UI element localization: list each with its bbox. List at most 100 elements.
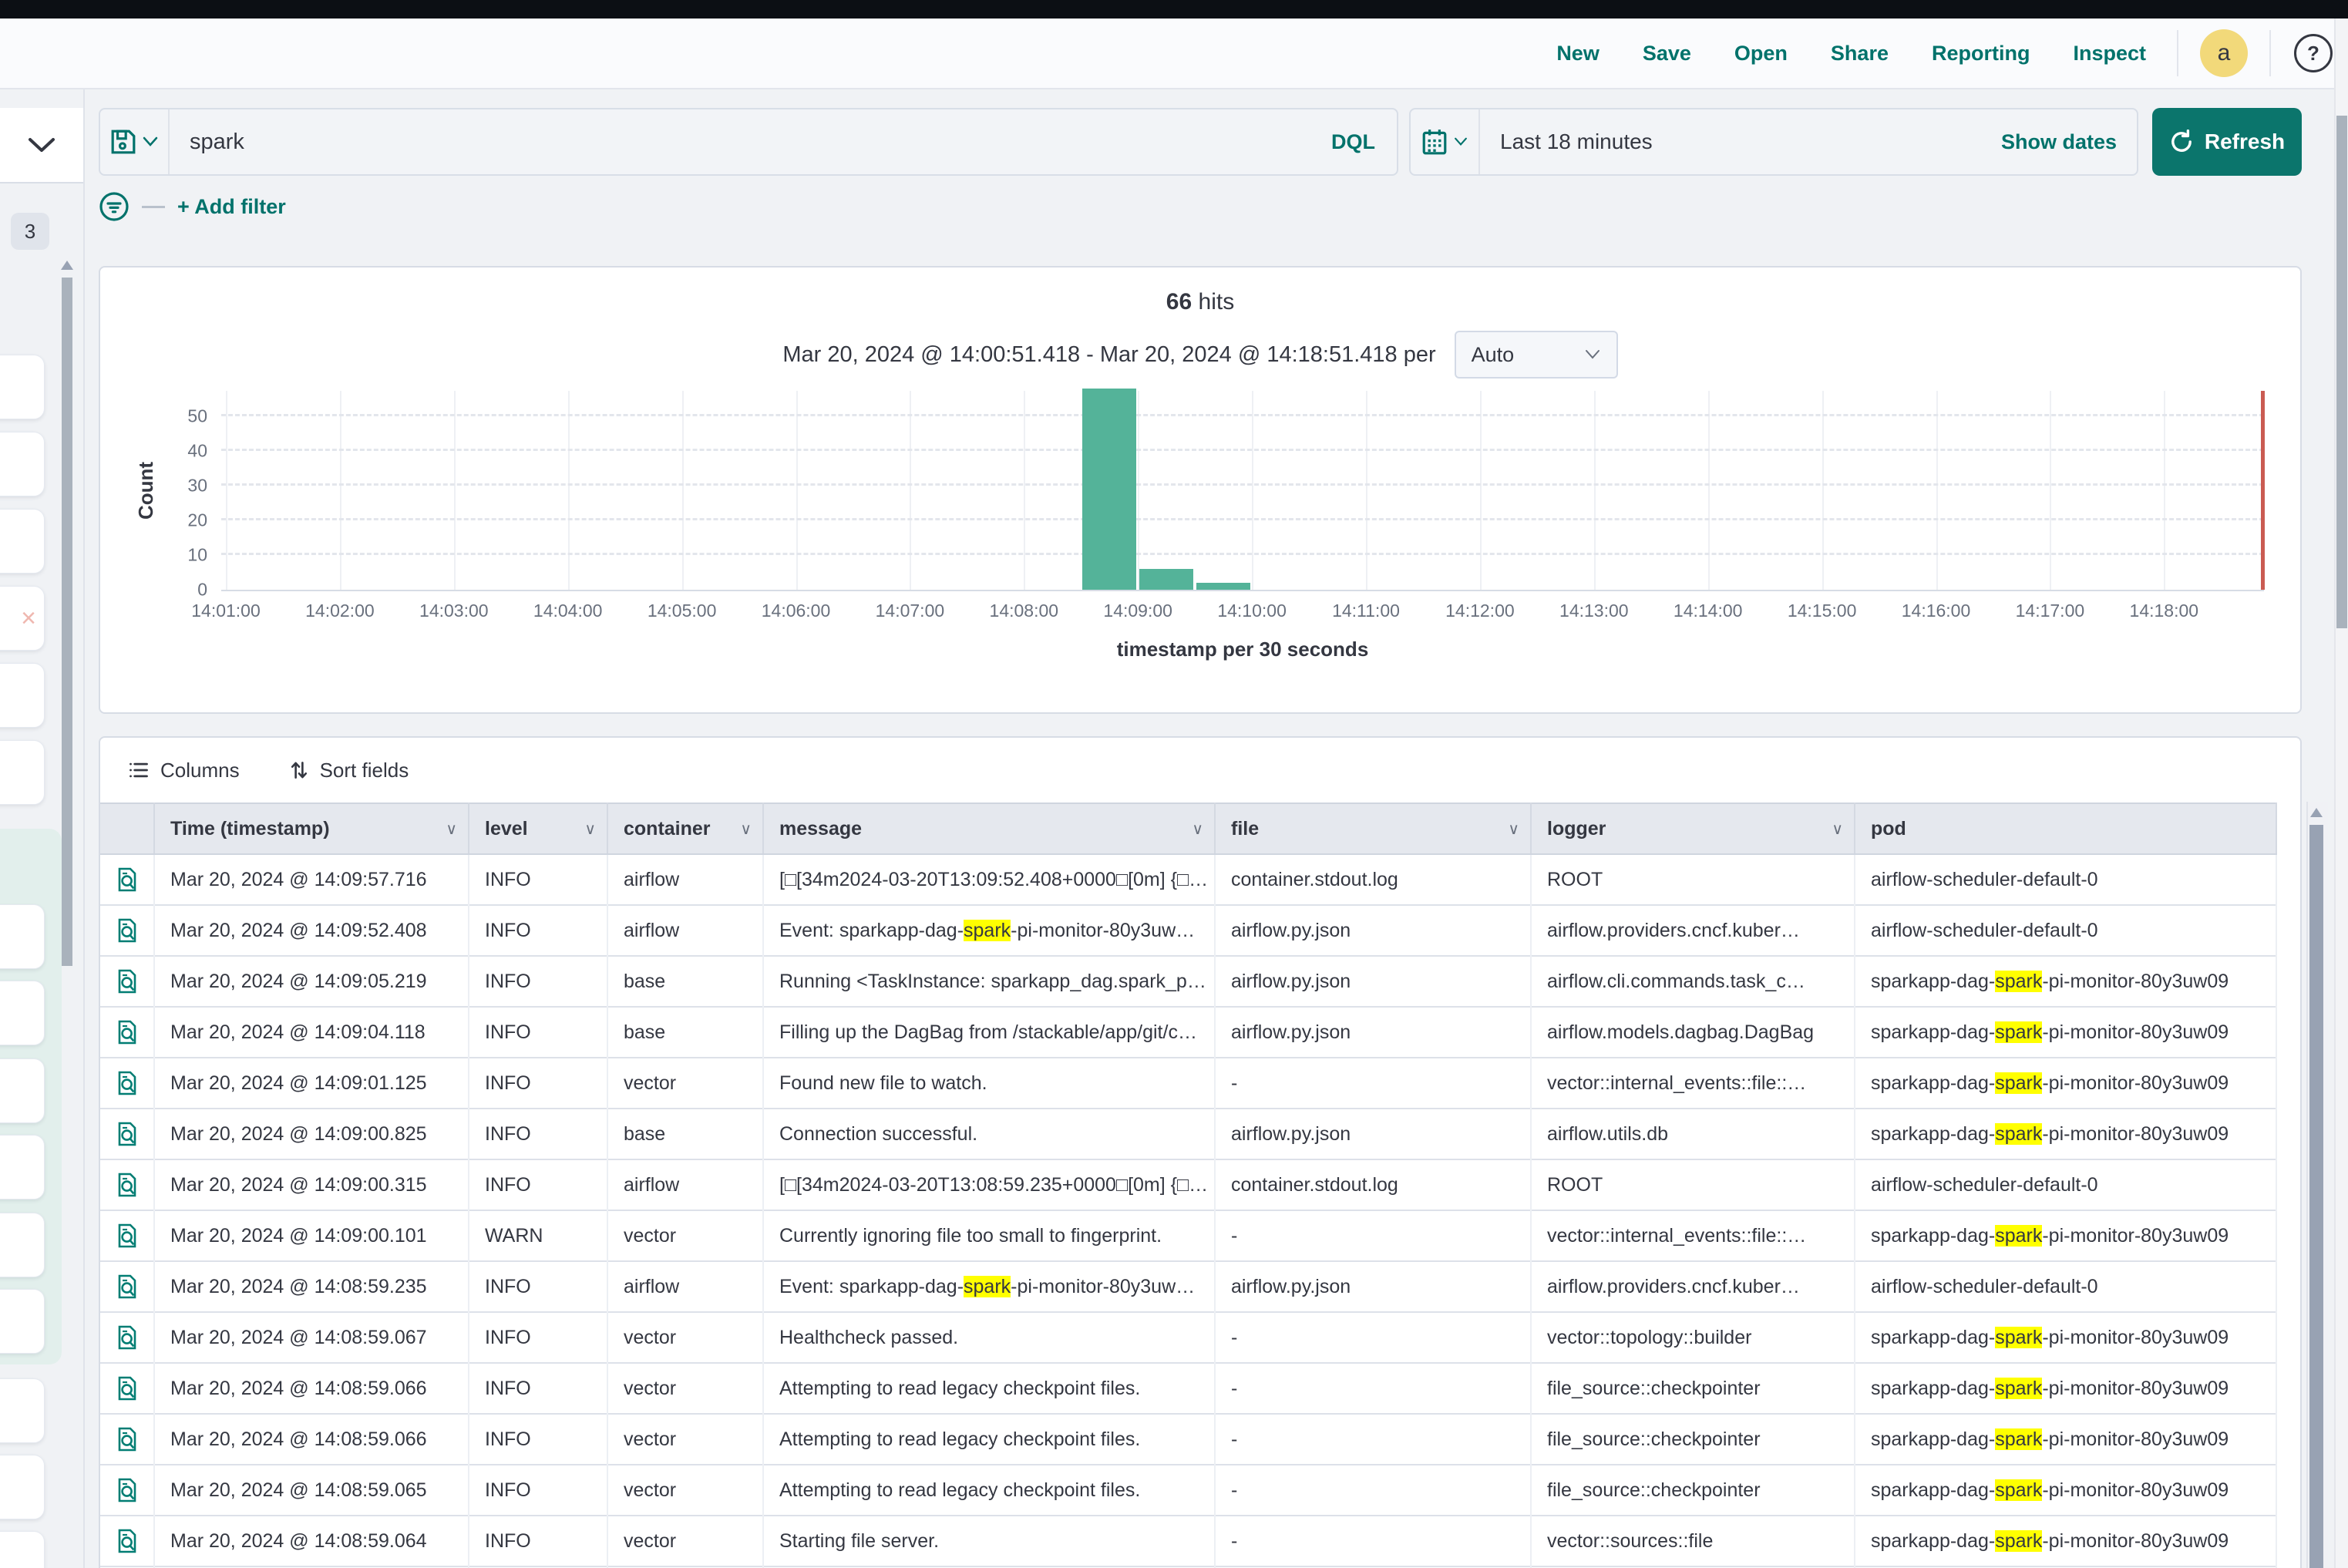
sidebar-field-card[interactable] bbox=[0, 981, 45, 1045]
inspect-document-icon[interactable] bbox=[115, 1375, 140, 1401]
nav-link-new[interactable]: New bbox=[1556, 42, 1600, 66]
refresh-button[interactable]: Refresh bbox=[2152, 108, 2302, 176]
sort-fields-button[interactable]: Sort fields bbox=[289, 759, 409, 782]
sidebar-scrollbar[interactable] bbox=[62, 278, 72, 966]
inspect-document-icon[interactable] bbox=[115, 1019, 140, 1045]
inspect-document-icon[interactable] bbox=[115, 1070, 140, 1096]
inspect-document-icon[interactable] bbox=[115, 968, 140, 994]
column-header-logger[interactable]: logger∨ bbox=[1531, 803, 1855, 854]
page-scrollbar-thumb[interactable] bbox=[2336, 116, 2347, 628]
sidebar-field-card[interactable] bbox=[0, 663, 45, 728]
chevron-down-icon[interactable]: ∨ bbox=[740, 819, 752, 839]
expand-row-cell[interactable] bbox=[100, 1159, 154, 1210]
column-header-pod[interactable]: pod bbox=[1855, 803, 2276, 854]
histogram-bar[interactable] bbox=[1139, 569, 1193, 590]
content-scrollbar-thumb[interactable] bbox=[2309, 825, 2323, 1568]
expand-row-cell[interactable] bbox=[100, 1465, 154, 1516]
table-row: Mar 20, 2024 @ 14:09:05.219INFObaseRunni… bbox=[100, 956, 2276, 1007]
inspect-document-icon[interactable] bbox=[115, 1528, 140, 1554]
expand-row-cell[interactable] bbox=[100, 1058, 154, 1109]
nav-link-share[interactable]: Share bbox=[1831, 42, 1889, 66]
expand-row-cell[interactable] bbox=[100, 1109, 154, 1159]
chevron-down-icon[interactable]: ∨ bbox=[1508, 819, 1519, 839]
discover-app: NewSaveOpenShareReportingInspect a ? 3 ×… bbox=[0, 0, 2348, 1568]
column-header-time-timestamp-[interactable]: Time (timestamp)∨ bbox=[154, 803, 469, 854]
chevron-down-icon[interactable]: ∨ bbox=[584, 819, 596, 839]
expand-row-cell[interactable] bbox=[100, 1312, 154, 1363]
expand-row-cell[interactable] bbox=[100, 1210, 154, 1261]
sidebar-border bbox=[83, 89, 85, 1568]
expand-row-cell[interactable] bbox=[100, 1261, 154, 1312]
interval-select[interactable]: Auto bbox=[1455, 331, 1618, 379]
highlighted-term: spark bbox=[1995, 971, 2042, 992]
inspect-document-icon[interactable] bbox=[115, 1426, 140, 1452]
column-header-level[interactable]: level∨ bbox=[469, 803, 607, 854]
sidebar-field-card[interactable] bbox=[0, 509, 45, 574]
cell-logger: airflow.providers.cncf.kuber… bbox=[1531, 1261, 1855, 1312]
inspect-document-icon[interactable] bbox=[115, 1477, 140, 1503]
cell-container: vector bbox=[607, 1058, 763, 1109]
sidebar-field-card[interactable] bbox=[0, 904, 45, 969]
expand-row-cell[interactable] bbox=[100, 1516, 154, 1566]
expand-row-cell[interactable] bbox=[100, 1363, 154, 1414]
nav-link-open[interactable]: Open bbox=[1734, 42, 1788, 66]
inspect-document-icon[interactable] bbox=[115, 1274, 140, 1300]
expand-column-header bbox=[100, 803, 154, 854]
expand-row-cell[interactable] bbox=[100, 854, 154, 905]
sidebar-field-card[interactable] bbox=[0, 1531, 45, 1568]
sidebar-field-card[interactable] bbox=[0, 1289, 45, 1354]
sidebar-field-card[interactable] bbox=[0, 740, 45, 805]
show-dates-button[interactable]: Show dates bbox=[2001, 130, 2137, 154]
column-header-message[interactable]: message∨ bbox=[763, 803, 1215, 854]
nav-link-save[interactable]: Save bbox=[1643, 42, 1691, 66]
cell-message: Running <TaskInstance: sparkapp_dag.spar… bbox=[763, 956, 1215, 1007]
inspect-document-icon[interactable] bbox=[115, 1324, 140, 1351]
remove-field-icon[interactable]: × bbox=[21, 605, 36, 631]
expand-row-cell[interactable] bbox=[100, 956, 154, 1007]
sidebar-field-card[interactable] bbox=[0, 1135, 45, 1200]
column-header-container[interactable]: container∨ bbox=[607, 803, 763, 854]
expand-row-cell[interactable] bbox=[100, 1007, 154, 1058]
chevron-down-icon[interactable]: ∨ bbox=[1192, 819, 1203, 839]
sidebar-field-card[interactable] bbox=[0, 1455, 45, 1519]
inspect-document-icon[interactable] bbox=[115, 917, 140, 944]
sidebar-field-card[interactable] bbox=[0, 355, 45, 419]
sidebar-field-card[interactable] bbox=[0, 432, 45, 496]
highlighted-term: spark bbox=[964, 1276, 1011, 1297]
y-tick-label: 40 bbox=[146, 441, 207, 462]
chevron-down-icon[interactable]: ∨ bbox=[1832, 819, 1843, 839]
column-header-file[interactable]: file∨ bbox=[1215, 803, 1531, 854]
expand-row-cell[interactable] bbox=[100, 1414, 154, 1465]
help-icon[interactable]: ? bbox=[2294, 34, 2333, 72]
columns-button[interactable]: Columns bbox=[128, 759, 240, 782]
avatar[interactable]: a bbox=[2200, 29, 2248, 77]
nav-link-reporting[interactable]: Reporting bbox=[1932, 42, 2030, 66]
histogram-bar[interactable] bbox=[1196, 583, 1250, 590]
saved-query-button[interactable] bbox=[100, 109, 170, 174]
nav-link-inspect[interactable]: Inspect bbox=[2073, 42, 2146, 66]
expand-row-cell[interactable] bbox=[100, 905, 154, 956]
add-filter-button[interactable]: + Add filter bbox=[177, 195, 286, 219]
sidebar-field-card[interactable] bbox=[0, 1378, 45, 1443]
inspect-document-icon[interactable] bbox=[115, 1223, 140, 1249]
sidebar-field-card[interactable] bbox=[0, 1058, 45, 1123]
cell-time: Mar 20, 2024 @ 14:09:00.825 bbox=[154, 1109, 469, 1159]
x-tick-label: 14:10:00 bbox=[1190, 601, 1314, 621]
inspect-document-icon[interactable] bbox=[115, 1172, 140, 1198]
inspect-document-icon[interactable] bbox=[115, 866, 140, 893]
sidebar-collapse-button[interactable] bbox=[0, 108, 85, 183]
filter-icon[interactable] bbox=[99, 191, 130, 222]
table-row: Mar 20, 2024 @ 14:09:52.408INFOairflowEv… bbox=[100, 905, 2276, 956]
sidebar-scroll-up-icon[interactable] bbox=[61, 261, 73, 270]
chevron-down-icon[interactable]: ∨ bbox=[446, 819, 457, 839]
search-input[interactable] bbox=[170, 129, 1310, 156]
time-range-value[interactable]: Last 18 minutes bbox=[1480, 130, 2001, 154]
inspect-document-icon[interactable] bbox=[115, 1121, 140, 1147]
calendar-button[interactable] bbox=[1411, 109, 1480, 174]
sidebar-field-card[interactable]: × bbox=[0, 586, 45, 651]
content-scroll-up-icon[interactable] bbox=[2310, 808, 2323, 817]
sidebar-field-card[interactable] bbox=[0, 1213, 45, 1277]
hits-title: 66 hits bbox=[100, 289, 2300, 315]
query-language-button[interactable]: DQL bbox=[1310, 130, 1397, 154]
histogram-bar[interactable] bbox=[1082, 389, 1136, 590]
